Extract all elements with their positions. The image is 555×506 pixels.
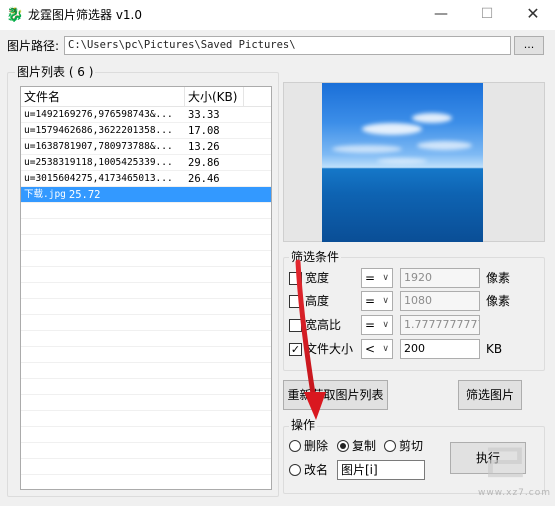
chevron-down-icon: ∨ <box>382 296 389 306</box>
copy-radio[interactable] <box>337 440 349 452</box>
list-item[interactable]: u=1638781907,780973788&... 13.26 <box>21 139 271 155</box>
close-button[interactable]: ✕ <box>510 0 555 30</box>
aspect-ratio-checkbox[interactable] <box>289 319 302 332</box>
window-title: 龙霆图片筛选器 v1.0 <box>28 8 143 22</box>
filter-images-button[interactable]: 筛选图片 <box>458 380 522 410</box>
delete-label: 删除 <box>304 439 329 453</box>
reload-list-button[interactable]: 重新获取图片列表 <box>283 380 388 410</box>
list-item[interactable]: u=1492169276,976598743&... 33.33 <box>21 107 271 123</box>
cut-radio[interactable] <box>384 440 396 452</box>
rename-label: 改名 <box>304 463 329 477</box>
list-empty-row <box>21 475 271 489</box>
width-operator-select[interactable]: = ∨ <box>361 268 393 288</box>
file-size-checkbox[interactable]: ✓ <box>289 343 302 356</box>
list-item-filename: u=1579462686,3622201358... <box>24 125 173 136</box>
app-logo-icon: 🐉 <box>6 7 24 23</box>
maximize-button[interactable]: ☐ <box>464 0 510 30</box>
delete-radio[interactable] <box>289 440 301 452</box>
width-operator-value: = <box>365 271 376 285</box>
width-checkbox[interactable] <box>289 272 302 285</box>
chevron-down-icon: ∨ <box>382 344 389 354</box>
aspect-ratio-value-input[interactable]: 1.7777777777 <box>400 315 480 335</box>
height-unit: 像素 <box>486 294 511 308</box>
path-input[interactable]: C:\Users\pc\Pictures\Saved Pictures\ <box>64 36 511 55</box>
file-size-operator-value: < <box>365 342 376 356</box>
height-checkbox[interactable] <box>289 295 302 308</box>
width-value-input[interactable]: 1920 <box>400 268 480 288</box>
height-operator-value: = <box>365 294 376 308</box>
file-size-value-input[interactable]: 200 <box>400 339 480 359</box>
column-header-filename[interactable]: 文件名 <box>21 87 185 106</box>
width-label: 宽度 <box>305 271 330 285</box>
list-item-size: 17.08 <box>188 125 220 137</box>
list-empty-row <box>21 203 271 219</box>
list-item-filename: u=3015604275,4173465013... <box>24 173 173 184</box>
list-empty-row <box>21 363 271 379</box>
image-list-view[interactable]: 文件名 大小(KB) u=1492169276,976598743&... 33… <box>20 86 272 490</box>
aspect-ratio-label: 宽高比 <box>305 318 342 332</box>
aspect-ratio-operator-value: = <box>365 318 376 332</box>
list-empty-row <box>21 443 271 459</box>
list-item[interactable]: u=2538319118,1005425339... 29.86 <box>21 155 271 171</box>
list-item-size: 13.26 <box>188 141 220 153</box>
height-value-input[interactable]: 1080 <box>400 291 480 311</box>
height-label: 高度 <box>305 294 330 308</box>
list-item-size: 29.86 <box>188 157 220 169</box>
list-empty-row <box>21 379 271 395</box>
list-empty-row <box>21 411 271 427</box>
list-empty-row <box>21 459 271 475</box>
list-item-size: 26.46 <box>188 173 220 185</box>
list-empty-row <box>21 331 271 347</box>
copy-label: 复制 <box>352 439 377 453</box>
watermark-text: www.xz7.com <box>478 488 551 498</box>
list-empty-area <box>21 203 271 489</box>
chevron-down-icon: ∨ <box>382 320 389 330</box>
list-item-filename: 下载.jpg <box>24 189 66 200</box>
list-empty-row <box>21 395 271 411</box>
list-empty-row <box>21 235 271 251</box>
list-empty-row <box>21 267 271 283</box>
list-item-filename: u=1492169276,976598743&... <box>24 109 173 120</box>
height-operator-select[interactable]: = ∨ <box>361 291 393 311</box>
list-empty-row <box>21 427 271 443</box>
rename-pattern-input[interactable]: 图片[i] <box>337 460 425 480</box>
rename-radio[interactable] <box>289 464 301 476</box>
aspect-ratio-operator-select[interactable]: = ∨ <box>361 315 393 335</box>
file-size-unit: KB <box>486 342 503 356</box>
preview-image <box>322 83 483 242</box>
list-empty-row <box>21 283 271 299</box>
list-item-filename: u=2538319118,1005425339... <box>24 157 173 168</box>
minimize-button[interactable]: — <box>418 0 464 30</box>
list-item-filename: u=1638781907,780973788&... <box>24 141 173 152</box>
operation-title: 操作 <box>289 418 318 432</box>
filter-title: 筛选条件 <box>289 250 342 264</box>
list-item-selected[interactable]: 下载.jpg 25.72 <box>21 187 271 203</box>
column-header-size[interactable]: 大小(KB) <box>185 87 244 106</box>
cut-label: 剪切 <box>399 439 424 453</box>
chevron-down-icon: ∨ <box>382 273 389 283</box>
list-empty-row <box>21 299 271 315</box>
file-size-operator-select[interactable]: < ∨ <box>361 339 393 359</box>
list-empty-row <box>21 219 271 235</box>
list-empty-row <box>21 315 271 331</box>
list-item[interactable]: u=1579462686,3622201358... 17.08 <box>21 123 271 139</box>
list-empty-row <box>21 251 271 267</box>
image-list-title: 图片列表 ( 6 ) <box>15 65 96 79</box>
list-header: 文件名 大小(KB) <box>21 87 271 107</box>
list-item[interactable]: u=3015604275,4173465013... 26.46 <box>21 171 271 187</box>
file-size-label: 文件大小 <box>305 342 354 356</box>
list-item-size: 25.72 <box>68 189 101 201</box>
browse-button[interactable]: ... <box>514 36 544 55</box>
path-label: 图片路径: <box>7 39 60 53</box>
list-item-size: 33.33 <box>188 109 220 121</box>
list-empty-row <box>21 347 271 363</box>
width-unit: 像素 <box>486 271 511 285</box>
